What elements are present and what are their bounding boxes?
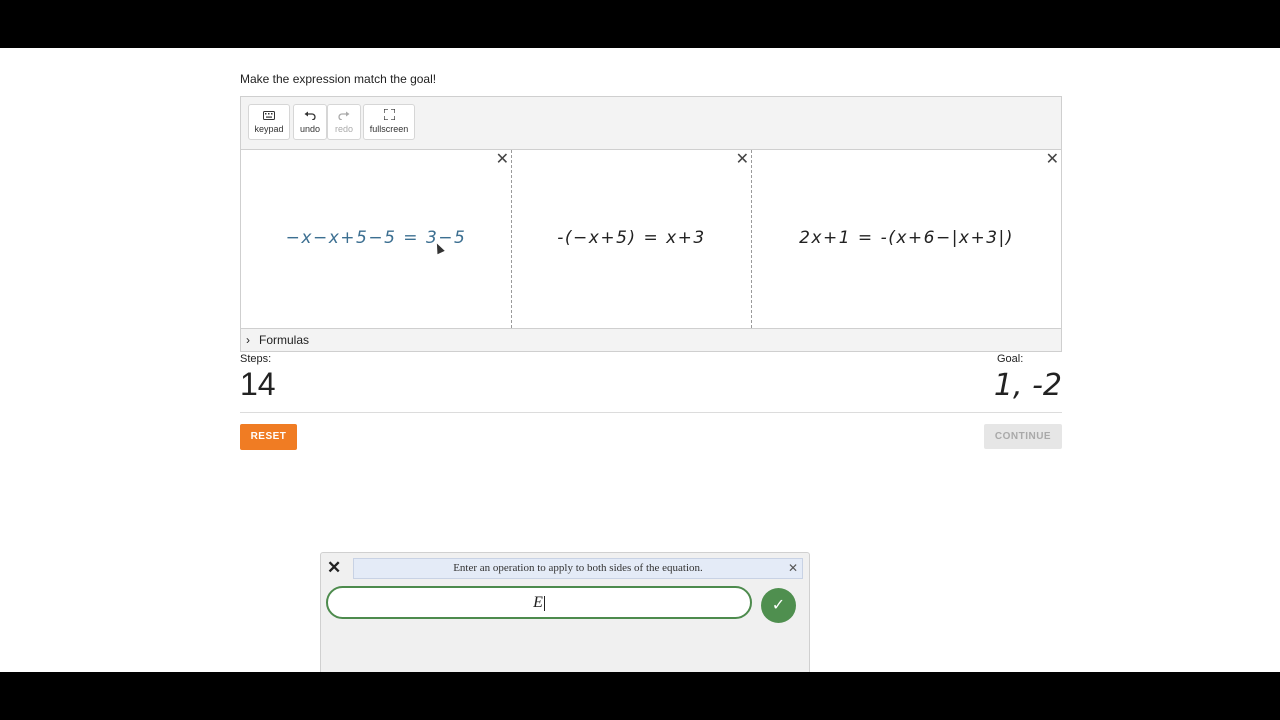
toolbar: keypad undo redo fullscreen (241, 97, 1061, 150)
equation-expression[interactable]: 2x+1 = -(x+6−|x+3|) (752, 228, 1061, 248)
instruction-text: Make the expression match the goal! (240, 72, 437, 86)
hint-text: Enter an operation to apply to both side… (453, 562, 703, 574)
keypad-label: keypad (254, 124, 284, 134)
fullscreen-button[interactable]: fullscreen (363, 104, 415, 140)
redo-label: redo (334, 124, 353, 134)
equation-workspace: keypad undo redo fullscreen ✕ −x−x+5−5 =… (240, 96, 1062, 352)
page: Make the expression match the goal! keyp… (0, 48, 1280, 672)
fullscreen-label: fullscreen (369, 124, 409, 134)
reset-button[interactable]: RESET (240, 424, 297, 450)
divider (240, 412, 1062, 413)
equation-panes: ✕ −x−x+5−5 = 3−5 ✕ -(−x+5) = x+3 ✕ 2x+1 … (241, 150, 1061, 328)
hint-banner: Enter an operation to apply to both side… (353, 558, 803, 579)
redo-icon (328, 109, 360, 123)
operation-input[interactable]: E (326, 586, 752, 619)
continue-button[interactable]: CONTINUE (984, 424, 1062, 449)
formulas-label: Formulas (259, 333, 310, 347)
equation-pane-2[interactable]: ✕ -(−x+5) = x+3 (512, 150, 752, 328)
keypad-button[interactable]: keypad (248, 104, 290, 140)
text-caret (543, 595, 545, 611)
undo-label: undo (299, 124, 321, 134)
goal-label: Goal: (997, 353, 1024, 365)
equation-pane-1[interactable]: ✕ −x−x+5−5 = 3−5 (241, 150, 512, 328)
chevron-right-icon: › (246, 333, 250, 347)
keyboard-icon (249, 109, 289, 123)
equation-pane-3[interactable]: ✕ 2x+1 = -(x+6−|x+3|) (752, 150, 1061, 328)
checkmark-icon: ✓ (771, 597, 786, 614)
steps-count: 14 (240, 366, 276, 402)
operation-keypad: ✕ Enter an operation to apply to both si… (320, 552, 810, 672)
goal-value: 1, -2 (993, 368, 1062, 403)
submit-button[interactable]: ✓ (761, 588, 796, 623)
undo-button[interactable]: undo (293, 104, 327, 140)
equation-expression[interactable]: -(−x+5) = x+3 (512, 228, 751, 248)
fullscreen-icon (364, 108, 414, 123)
steps-label: Steps: (240, 353, 272, 365)
close-icon[interactable]: ✕ (496, 152, 509, 168)
operation-input-value: E (533, 594, 543, 611)
redo-button[interactable]: redo (327, 104, 361, 140)
undo-icon (294, 109, 326, 123)
close-hint-icon[interactable]: ✕ (788, 559, 798, 578)
formulas-toggle[interactable]: › Formulas (241, 328, 1061, 351)
equation-expression[interactable]: −x−x+5−5 = 3−5 (241, 228, 511, 248)
close-keypad-icon[interactable]: ✕ (327, 559, 341, 577)
close-icon[interactable]: ✕ (736, 152, 749, 168)
close-icon[interactable]: ✕ (1046, 152, 1059, 168)
